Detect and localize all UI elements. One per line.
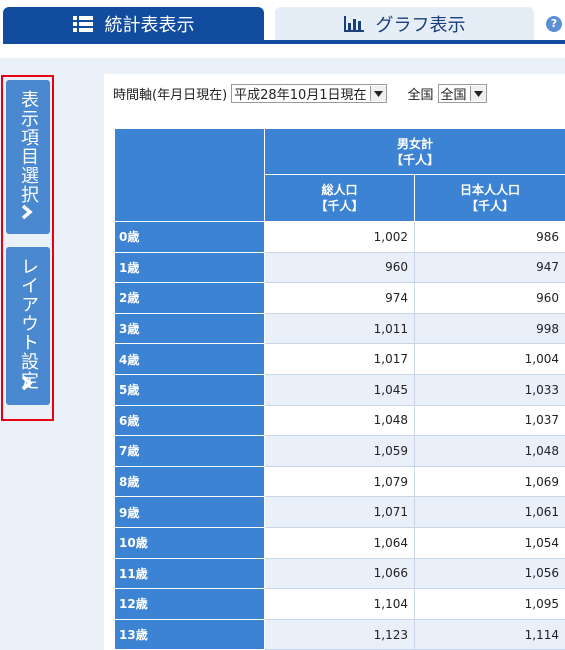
column-header-label: 日本人人口: [460, 183, 521, 197]
tab-underline: [3, 40, 565, 44]
total-cell: 1,017: [264, 343, 415, 375]
table-row: 6歳 1,048 1,037: [114, 404, 565, 437]
total-cell: 1,064: [264, 526, 415, 559]
total-cell: 974: [264, 282, 415, 314]
table-row: 11歳 1,066 1,056: [114, 557, 565, 590]
row-header: 10歳: [114, 526, 265, 559]
table-row: 8歳 1,079 1,069: [114, 465, 565, 498]
statistics-table: 男女計 【千人】 総人口 【千人】 日本人人口 【千人】 0歳 1,002 98…: [114, 128, 565, 650]
table-row: 2歳 974 960: [114, 282, 565, 314]
row-header: 11歳: [114, 557, 265, 590]
total-cell: 1,123: [264, 618, 415, 650]
japanese-cell: 1,114: [413, 618, 565, 650]
total-cell: 1,104: [264, 588, 415, 620]
side-panel-highlight: [1, 75, 54, 421]
help-icon[interactable]: ?: [546, 16, 562, 32]
table-row: 9歳 1,071 1,061: [114, 496, 565, 528]
japanese-cell: 1,004: [413, 343, 565, 375]
area-select[interactable]: 全国: [437, 84, 487, 103]
time-axis-select[interactable]: 平成28年10月1日現在: [231, 84, 387, 103]
time-axis-value: 平成28年10月1日現在: [234, 88, 367, 103]
japanese-cell: 1,037: [413, 404, 565, 437]
tab-table-view[interactable]: 統計表表示: [3, 7, 264, 40]
row-header: 8歳: [114, 465, 265, 498]
row-header: 13歳: [114, 618, 265, 650]
time-axis-label: 時間軸(年月日現在): [113, 88, 228, 103]
row-header: 12歳: [114, 588, 265, 620]
area-label: 全国: [407, 88, 434, 103]
table-row: 10歳 1,064 1,054: [114, 526, 565, 559]
table-row: 5歳 1,045 1,033: [114, 373, 565, 406]
total-cell: 1,071: [264, 496, 415, 528]
table-row: 13歳 1,123 1,114: [114, 618, 565, 650]
row-header: 6歳: [114, 404, 265, 437]
row-header: 3歳: [114, 312, 265, 345]
row-header: 4歳: [114, 343, 265, 375]
total-cell: 960: [264, 251, 415, 284]
japanese-cell: 998: [413, 312, 565, 345]
area-value: 全国: [440, 88, 467, 103]
row-header: 9歳: [114, 496, 265, 528]
japanese-cell: 986: [413, 221, 565, 253]
total-cell: 1,045: [264, 373, 415, 406]
column-header-unit: 【千人】: [466, 199, 515, 213]
table-row: 0歳 1,002 986: [114, 221, 565, 253]
dropdown-arrow-icon: [469, 86, 486, 101]
table-row: 3歳 1,011 998: [114, 312, 565, 345]
row-header: 7歳: [114, 435, 265, 467]
japanese-cell: 947: [413, 251, 565, 284]
japanese-cell: 1,095: [413, 588, 565, 620]
japanese-cell: 960: [413, 282, 565, 314]
column-header-total: 総人口 【千人】: [264, 174, 415, 222]
column-header-japanese: 日本人人口 【千人】: [413, 174, 565, 222]
row-header: 5歳: [114, 373, 265, 406]
filter-row: 時間軸(年月日現在) 平成28年10月1日現在 全国 全国: [113, 84, 487, 103]
bar-chart-icon: [343, 15, 364, 32]
japanese-cell: 1,048: [413, 435, 565, 467]
table-corner-cell: [114, 128, 265, 222]
table-row: 7歳 1,059 1,048: [114, 435, 565, 467]
dropdown-arrow-icon: [369, 86, 386, 101]
japanese-cell: 1,054: [413, 526, 565, 559]
tab-table-label: 統計表表示: [104, 14, 195, 36]
tab-graph-label: グラフ表示: [375, 14, 466, 36]
row-header: 1歳: [114, 251, 265, 284]
total-cell: 1,066: [264, 557, 415, 590]
japanese-cell: 1,033: [413, 373, 565, 406]
total-cell: 1,059: [264, 435, 415, 467]
table-row: 1歳 960 947: [114, 251, 565, 284]
total-cell: 1,011: [264, 312, 415, 345]
tab-graph-view[interactable]: グラフ表示: [275, 7, 534, 40]
table-row: 4歳 1,017 1,004: [114, 343, 565, 375]
total-cell: 1,048: [264, 404, 415, 437]
group-header-label: 男女計: [397, 136, 434, 151]
group-header-unit: 【千人】: [391, 152, 440, 167]
table-row: 12歳 1,104 1,095: [114, 588, 565, 620]
list-icon: [72, 15, 93, 32]
japanese-cell: 1,061: [413, 496, 565, 528]
japanese-cell: 1,069: [413, 465, 565, 498]
column-header-label: 総人口: [321, 183, 358, 197]
total-cell: 1,079: [264, 465, 415, 498]
row-header: 0歳: [114, 221, 265, 253]
column-header-unit: 【千人】: [315, 199, 364, 213]
total-cell: 1,002: [264, 221, 415, 253]
japanese-cell: 1,056: [413, 557, 565, 590]
row-header: 2歳: [114, 282, 265, 314]
group-header: 男女計 【千人】: [263, 128, 565, 175]
